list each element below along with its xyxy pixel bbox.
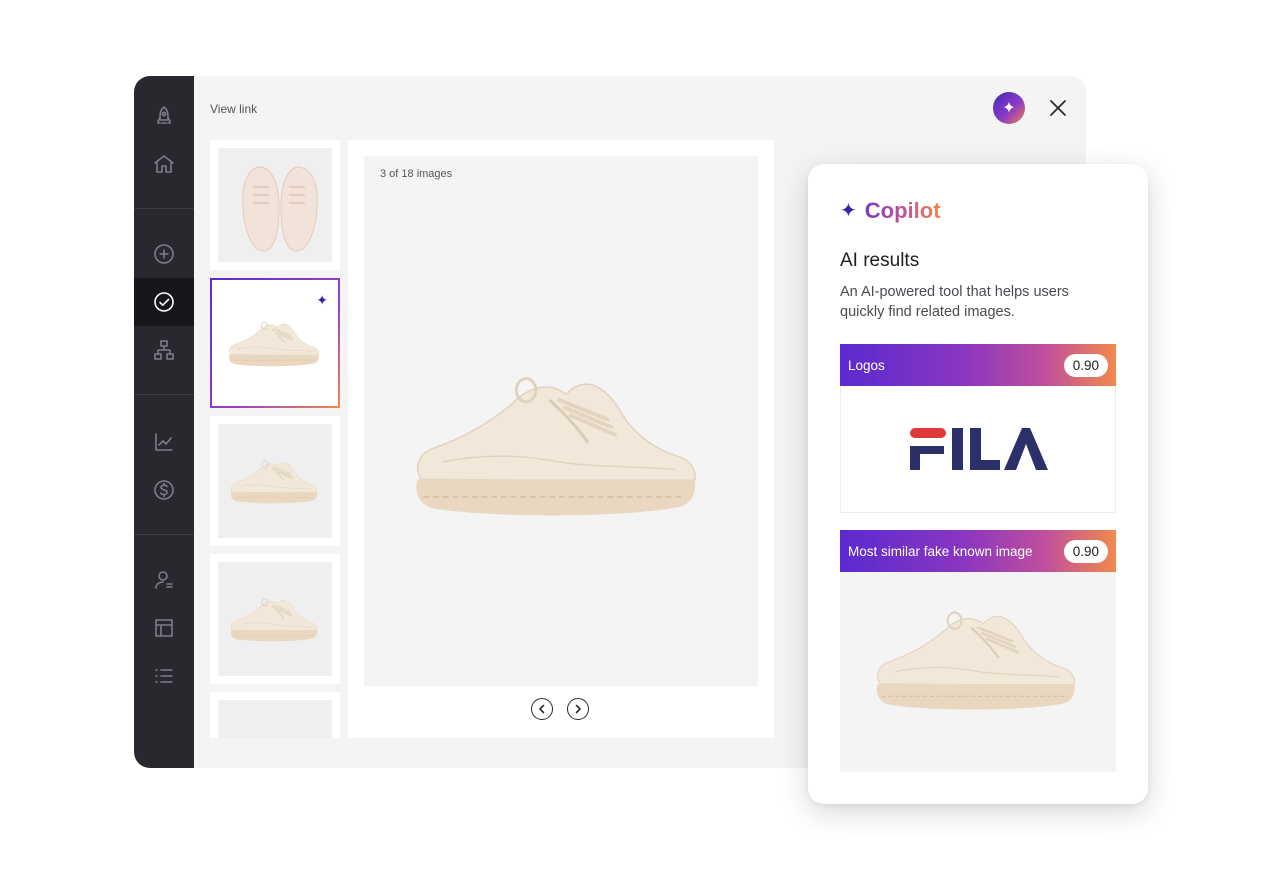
view-link[interactable]: View link xyxy=(210,102,257,116)
result-card-header: Logos 0.90 xyxy=(840,344,1116,386)
user-settings-icon xyxy=(155,571,173,589)
thumbnail-image xyxy=(218,148,332,262)
thumbnail-item[interactable] xyxy=(210,140,340,270)
sidebar-item-rocket[interactable] xyxy=(134,92,194,140)
close-icon xyxy=(1050,100,1066,116)
result-card-label: Most similar fake known image xyxy=(848,543,1033,559)
results-description: An AI-powered tool that helps users quic… xyxy=(840,284,1069,320)
score-badge: 0.90 xyxy=(1063,539,1108,563)
plus-circle-icon xyxy=(154,244,174,264)
image-viewer: 3 of 18 images xyxy=(348,140,774,738)
rocket-icon xyxy=(157,106,171,124)
thumbnail-item-selected[interactable]: ✦ xyxy=(210,278,340,408)
hierarchy-icon xyxy=(154,340,174,360)
home-icon xyxy=(154,155,174,173)
line-chart-icon xyxy=(155,433,173,451)
layout-icon xyxy=(155,619,173,637)
thumbnail-image xyxy=(218,562,332,676)
result-card-label: Logos xyxy=(848,357,885,373)
sidebar xyxy=(134,76,194,768)
copilot-button[interactable]: ✦ xyxy=(993,92,1025,124)
sparkle-icon: ✦ xyxy=(1002,100,1016,117)
thumbnail-image xyxy=(218,700,332,738)
result-card-header: Most similar fake known image 0.90 xyxy=(840,530,1116,572)
ai-sparkle-icon: ✦ xyxy=(316,292,328,308)
chevron-left-icon xyxy=(539,704,545,714)
score-badge: 0.90 xyxy=(1063,353,1108,377)
list-icon xyxy=(155,669,173,683)
thumbnail-list: ✦ xyxy=(210,140,340,738)
result-card-body xyxy=(840,386,1116,513)
check-circle-icon xyxy=(154,292,174,312)
result-card-similar-fake[interactable]: Most similar fake known image 0.90 xyxy=(840,530,1116,772)
sidebar-divider xyxy=(134,534,194,535)
similar-image xyxy=(875,611,1076,711)
sidebar-item-user[interactable] xyxy=(134,556,194,604)
thumbnail-item[interactable] xyxy=(210,416,340,546)
sidebar-item-list[interactable] xyxy=(134,652,194,700)
thumbnail-image xyxy=(218,286,332,400)
thumbnail-item[interactable] xyxy=(210,554,340,684)
sidebar-item-billing[interactable] xyxy=(134,466,194,514)
sidebar-item-hierarchy[interactable] xyxy=(134,326,194,374)
thumbnail-item[interactable] xyxy=(210,692,340,738)
sidebar-divider xyxy=(134,394,194,395)
sparkle-icon: ✦ xyxy=(840,200,857,222)
sidebar-item-home[interactable] xyxy=(134,140,194,188)
close-button[interactable] xyxy=(1046,96,1070,120)
copilot-panel: ✦ Copilot AI results An AI-powered tool … xyxy=(808,164,1148,804)
copilot-brand: ✦ Copilot xyxy=(840,198,941,224)
thumbnail-image xyxy=(218,424,332,538)
fila-logo xyxy=(910,428,1048,470)
chevron-right-icon xyxy=(575,704,581,714)
main-image xyxy=(414,376,698,518)
sidebar-item-check[interactable] xyxy=(134,278,194,326)
sidebar-item-chart[interactable] xyxy=(134,418,194,466)
previous-image-button[interactable] xyxy=(531,698,553,720)
sidebar-item-layout[interactable] xyxy=(134,604,194,652)
image-counter: 3 of 18 images xyxy=(380,168,453,180)
result-card-logos[interactable]: Logos 0.90 xyxy=(840,344,1116,513)
result-card-body xyxy=(840,572,1116,772)
dollar-circle-icon xyxy=(154,480,174,500)
copilot-title: Copilot xyxy=(864,198,941,223)
results-heading: AI results xyxy=(840,250,920,271)
sidebar-divider xyxy=(134,208,194,209)
next-image-button[interactable] xyxy=(567,698,589,720)
image-stage: 3 of 18 images xyxy=(364,156,758,686)
sidebar-item-add[interactable] xyxy=(134,230,194,278)
